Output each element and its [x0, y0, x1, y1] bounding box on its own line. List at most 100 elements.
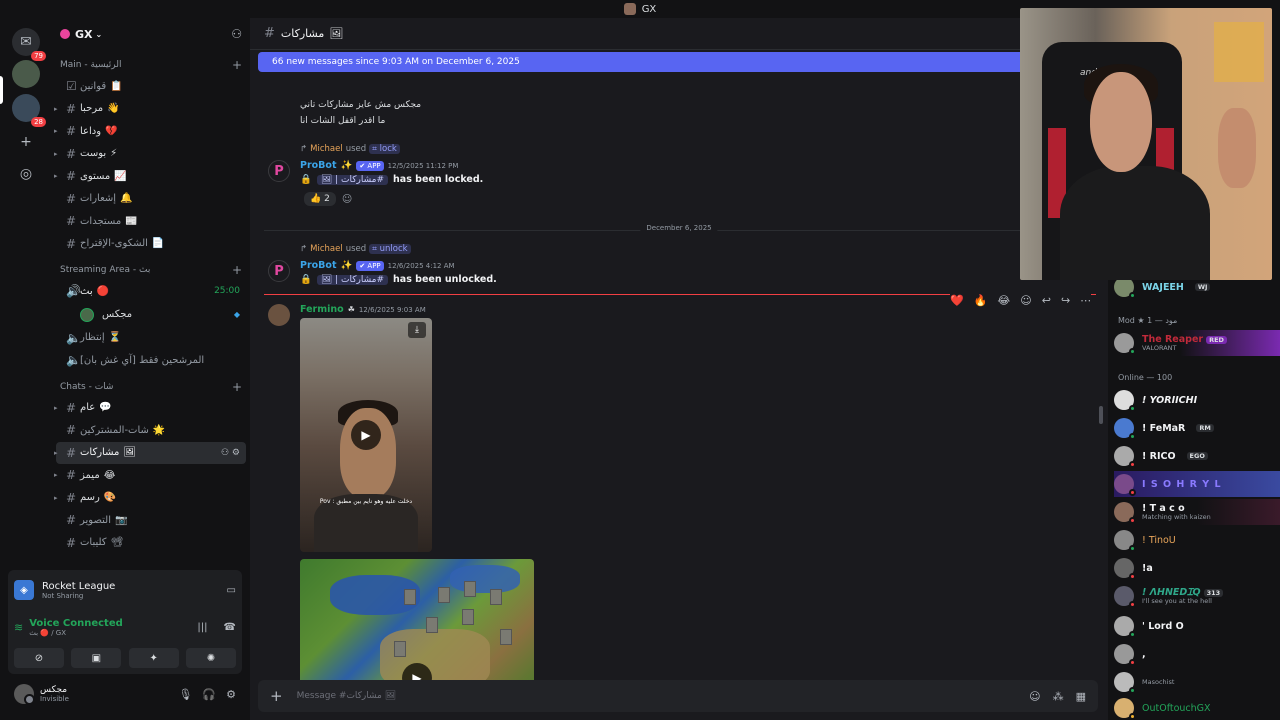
member-row[interactable]: ! RICO EGO — [1114, 443, 1280, 469]
author-name[interactable]: ProBot — [300, 160, 336, 171]
category-chats[interactable]: Chats - شات + — [52, 372, 250, 397]
app-badge-text: APP — [367, 161, 381, 170]
video-attachment[interactable]: Pov : دخلت عليه وهو نايم بين مطبق ▶ ⤓ — [300, 318, 432, 552]
server-header[interactable]: GX ⌄ ⚇ — [52, 18, 250, 50]
command-user[interactable]: Michael — [310, 244, 343, 254]
invite-icon[interactable]: ⚇ ⚙ — [221, 448, 240, 458]
headphones-icon[interactable]: 🎧 — [202, 688, 216, 701]
author-name[interactable]: ProBot — [300, 260, 336, 271]
probot-avatar[interactable]: P — [268, 260, 290, 282]
member-row[interactable]: , — [1114, 641, 1280, 667]
member-row[interactable]: ! YORIICHI — [1114, 387, 1280, 413]
message-composer[interactable]: + Message #مشاركات 🖼 ☺ ⁂ ▦ — [258, 680, 1098, 712]
channel-mention[interactable]: 🖼 | مشاركات# — [316, 274, 389, 285]
command-name[interactable]: ⌗ unlock — [369, 244, 411, 254]
server-gx-icon[interactable] — [12, 60, 40, 88]
channel-item[interactable]: # شات-المشتركين 🌟 — [56, 419, 246, 442]
channel-item[interactable]: # كليبات 📽 — [56, 532, 246, 555]
member-row[interactable]: I S O H R Y L — [1114, 471, 1280, 497]
camera-button[interactable]: ⊘ — [14, 648, 64, 668]
avatar — [1114, 502, 1136, 524]
member-row[interactable]: OutOftouchGX — [1114, 695, 1280, 720]
voice-channel-live[interactable]: 🔊 بث 🔴 25:00 — [56, 280, 246, 303]
voice-user[interactable]: مجكس ◆ — [52, 303, 250, 327]
member-row[interactable]: ' Lord O — [1114, 613, 1280, 639]
channel-item[interactable]: ▸ # مرحبا 👋 — [54, 98, 246, 121]
message-text: has been unlocked. — [393, 274, 497, 285]
channel-item[interactable]: # التصوير 📷 — [56, 509, 246, 532]
probot-avatar[interactable]: P — [268, 160, 290, 182]
sticker-icon[interactable]: ⁂ — [1053, 690, 1064, 703]
new-messages-bar[interactable]: 66 new messages since 9:03 AM on Decembe… — [258, 52, 1108, 72]
share-screen-button[interactable]: ▣ — [71, 648, 122, 668]
command-name[interactable]: ⌗ lock — [369, 144, 400, 154]
disconnect-icon[interactable]: ☎ — [224, 622, 236, 633]
more-options-button[interactable]: ⋯ — [1080, 294, 1091, 307]
reaction-laugh-button[interactable]: 😂 — [997, 294, 1010, 307]
channel-item[interactable]: ▸ # وداعا 💔 — [54, 120, 246, 143]
voice-channel[interactable]: 🔈 إنتظار ⏳ — [56, 327, 246, 350]
reaction-thumbsup[interactable]: 👍 2 — [304, 192, 336, 206]
channel-item[interactable]: ☑ قوانين 📋 — [56, 75, 246, 98]
gear-icon[interactable]: ⚙ — [226, 688, 236, 701]
fermino-avatar[interactable] — [268, 304, 290, 326]
channel-item[interactable]: # مستجدات 📰 — [56, 210, 246, 233]
avatar[interactable] — [14, 684, 35, 705]
voice-location[interactable]: بث 🔴 / GX — [29, 629, 123, 637]
play-icon[interactable]: ▶ — [351, 420, 381, 450]
emoji-icon[interactable]: ☺ — [1029, 690, 1040, 703]
add-people-icon[interactable]: ⚇ — [231, 27, 242, 41]
add-channel-icon[interactable]: + — [232, 380, 242, 394]
member-row[interactable]: The Reaper RED VALORANT — [1114, 330, 1280, 356]
forward-button[interactable]: ↪ — [1061, 294, 1070, 307]
message-input[interactable]: Message #مشاركات 🖼 — [297, 691, 397, 701]
channel-item[interactable]: ▸ # بوست ⚡ — [54, 143, 246, 166]
screen-share-icon[interactable]: ▭ — [227, 585, 236, 596]
member-row[interactable]: ! T a c o Matching with kaizen — [1114, 499, 1280, 525]
channel-item[interactable]: # الشكوى-الإقتراح 📄 — [56, 233, 246, 256]
video-attachment[interactable]: ▶ — [300, 559, 534, 693]
member-row[interactable]: ! FeMaR RM — [1114, 415, 1280, 441]
channel-item[interactable]: ▸ # عام 💬 — [54, 397, 246, 420]
add-server-icon[interactable]: + — [12, 128, 40, 156]
author-name[interactable]: Fermino — [300, 304, 344, 315]
streamer-face — [1090, 72, 1152, 172]
category-streaming[interactable]: Streaming Area - بث + — [52, 255, 250, 280]
reaction-heart-button[interactable]: ❤️ — [950, 294, 964, 307]
member-row[interactable]: Masochist — [1114, 669, 1280, 695]
apps-icon[interactable]: ▦ — [1076, 690, 1086, 703]
activities-button[interactable]: ✦ — [128, 648, 179, 668]
download-icon[interactable]: ⤓ — [408, 322, 426, 338]
member-row[interactable]: !a — [1114, 555, 1280, 581]
attach-plus-icon[interactable]: + — [270, 687, 283, 705]
microphone-icon[interactable]: 🎙 — [178, 688, 192, 701]
hash-icon: # — [66, 214, 77, 229]
soundboard-button[interactable]: ✺ — [185, 648, 236, 668]
channel-item-selected[interactable]: ▸ # مشاركات 🖼 ⚇ ⚙ — [54, 441, 246, 464]
member-name: ! RICO — [1142, 450, 1176, 462]
channel-item[interactable]: ▸ # رسم 🎨 — [54, 487, 246, 510]
voice-channel[interactable]: 🔈 المرشحين فقط [آي غش بان] — [56, 349, 246, 372]
status-dot — [1129, 489, 1136, 496]
channel-item[interactable]: # إشعارات 🔔 — [56, 188, 246, 211]
add-channel-icon[interactable]: + — [232, 58, 242, 72]
add-channel-icon[interactable]: + — [232, 263, 242, 277]
add-reaction-button[interactable]: ☺ — [1020, 294, 1031, 307]
reply-button[interactable]: ↩ — [1042, 294, 1051, 307]
add-reaction-icon[interactable]: ☺ — [342, 194, 352, 205]
scrollbar-thumb[interactable] — [1099, 406, 1103, 424]
command-user[interactable]: Michael — [310, 144, 343, 154]
server-folder-icon[interactable]: 28 — [12, 94, 46, 127]
noise-suppression-icon[interactable]: ||| — [197, 622, 207, 633]
discover-icon[interactable]: ◎ — [12, 160, 40, 188]
dm-home-icon[interactable]: ✉ 79 — [12, 28, 46, 61]
category-label: Chats - شات — [60, 381, 114, 392]
category-main[interactable]: Main - الرئيسية + — [52, 50, 250, 75]
member-row[interactable]: ! ꓥHNEDꞮQ 313 I'll see you at the hell — [1114, 583, 1280, 609]
reaction-fire-button[interactable]: 🔥 — [974, 294, 988, 307]
member-row[interactable]: ! TinoU — [1114, 527, 1280, 553]
channel-mention[interactable]: 🖼 | مشاركات# — [316, 174, 389, 185]
channel-item[interactable]: ▸ # مستوى 📈 — [54, 165, 246, 188]
channel-item[interactable]: ▸ # ميمز 😂 — [54, 464, 246, 487]
member-activity: I'll see you at the hell — [1142, 596, 1212, 605]
